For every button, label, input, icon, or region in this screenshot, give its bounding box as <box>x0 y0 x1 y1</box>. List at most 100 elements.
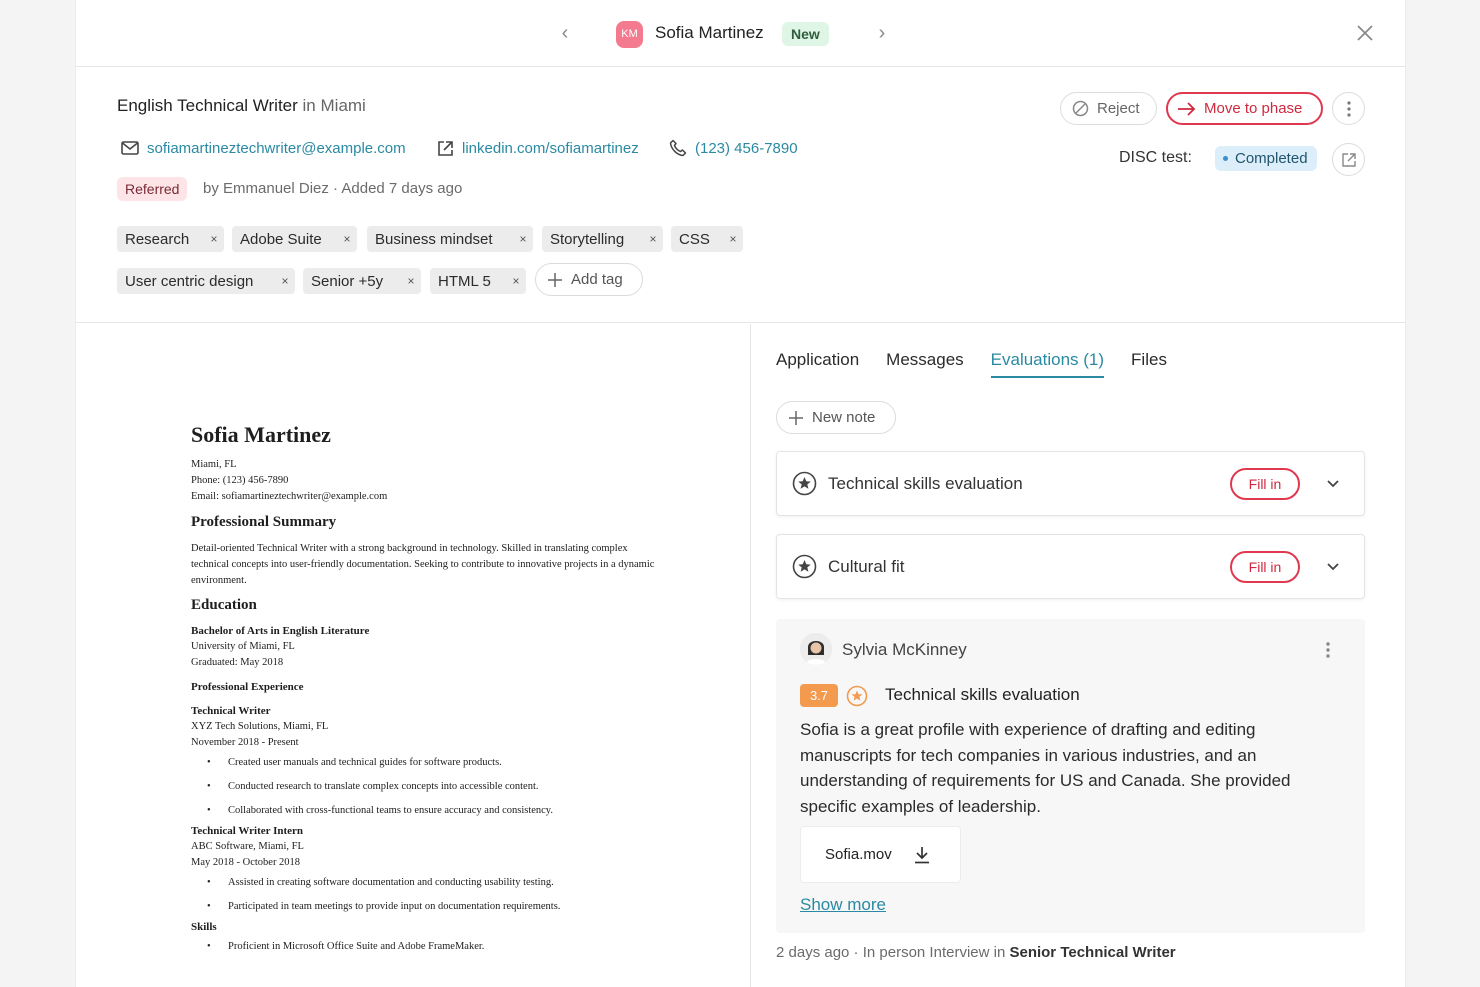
remove-tag-close-icon[interactable]: × <box>401 274 421 288</box>
tag-label: CSS <box>679 230 710 248</box>
star-circle-icon <box>846 685 868 707</box>
evaluation-card-technical-skills[interactable]: Technical skills evaluation Fill in <box>776 451 1365 516</box>
resume-name: Sofia Martinez <box>191 422 331 447</box>
new-note-label: New note <box>812 409 876 426</box>
reviewer-avatar <box>800 633 832 665</box>
email-text: sofiamartineztechwriter@example.com <box>147 139 406 157</box>
next-candidate-chevron-right-icon[interactable]: › <box>872 22 892 44</box>
resume-contact-line: Phone: (123) 456-7890 <box>191 475 289 486</box>
resume-summary-heading: Professional Summary <box>191 514 337 530</box>
resume-job-company: ABC Software, Miami, FL <box>191 841 304 852</box>
tag-label: Adobe Suite <box>240 230 322 248</box>
referred-badge: Referred <box>117 177 188 201</box>
star-circle-icon <box>792 471 817 496</box>
new-note-button[interactable]: New note <box>776 401 896 434</box>
resume-viewer[interactable]: Sofia Martinez Miami, FL Phone: (123) 45… <box>76 324 751 987</box>
resume-job-bullets: Assisted in creating software documentat… <box>191 871 661 919</box>
resume-skills-bullets: Proficient in Microsoft Office Suite and… <box>191 935 661 959</box>
candidate-avatar: KM <box>616 21 643 48</box>
remove-tag-close-icon[interactable]: × <box>513 232 533 246</box>
resume-job-dates: November 2018 - Present <box>191 737 299 748</box>
tab-evaluations[interactable]: Evaluations (1) <box>990 350 1105 378</box>
resume-contact-line: Email: sofiamartineztechwriter@example.c… <box>191 491 388 502</box>
remove-tag-close-icon[interactable]: × <box>204 232 224 246</box>
status-badge: New <box>782 22 829 46</box>
resume-bullet: Proficient in Microsoft Office Suite and… <box>207 935 661 959</box>
resume-job-title: Technical Writer <box>191 705 271 717</box>
tag-adobe-suite: Adobe Suite × <box>232 226 357 252</box>
kebab-menu-icon[interactable] <box>1320 640 1336 660</box>
previous-candidate-chevron-left-icon[interactable]: ‹ <box>555 22 575 44</box>
phone-link[interactable]: (123) 456-7890 <box>669 137 798 159</box>
add-tag-button[interactable]: Add tag <box>535 263 643 296</box>
download-icon[interactable] <box>914 846 930 864</box>
evaluation-meta: 2 days ago · In person Interview in Seni… <box>776 944 1176 961</box>
tab-messages[interactable]: Messages <box>886 350 963 378</box>
tag-senior-5y: Senior +5y × <box>303 268 421 294</box>
remove-tag-close-icon[interactable]: × <box>506 274 526 288</box>
chevron-down-icon[interactable] <box>1324 557 1342 575</box>
job-location: Miami <box>320 96 366 115</box>
candidate-panel: ‹ KM Sofia Martinez New › English Techni… <box>75 0 1406 987</box>
move-to-phase-button[interactable]: Move to phase <box>1166 92 1323 125</box>
chevron-down-icon[interactable] <box>1324 474 1342 492</box>
resume-degree: Bachelor of Arts in English Literature <box>191 625 370 637</box>
evaluation-review: Sylvia McKinney 3.7 Technical skills eva… <box>776 619 1365 933</box>
review-body: Sofia is a great profile with experience… <box>800 720 1291 816</box>
status-dot-icon <box>1223 156 1228 161</box>
phone-text: (123) 456-7890 <box>695 139 798 157</box>
tag-label: User centric design <box>125 272 254 290</box>
show-more-link[interactable]: Show more <box>800 895 886 915</box>
tag-label: Research <box>125 230 190 248</box>
mail-icon <box>121 141 139 155</box>
remove-tag-close-icon[interactable]: × <box>723 232 743 246</box>
candidate-name: Sofia Martinez <box>655 23 764 42</box>
remove-tag-close-icon[interactable]: × <box>275 274 295 288</box>
resume-experience-heading: Professional Experience <box>191 681 304 693</box>
resume-education-heading: Education <box>191 597 257 613</box>
job-title: English Technical Writer <box>117 96 298 115</box>
resume-bullet: Assisted in creating software documentat… <box>207 871 661 895</box>
tag-user-centric-design: User centric design × <box>117 268 295 294</box>
linkedin-link[interactable]: linkedin.com/sofiamartinez <box>437 137 639 159</box>
kebab-menu-icon <box>1346 100 1351 117</box>
fill-in-button[interactable]: Fill in <box>1230 551 1300 583</box>
more-options-button[interactable] <box>1332 92 1365 125</box>
email-link[interactable]: sofiamartineztechwriter@example.com <box>121 137 406 159</box>
attachment-file[interactable]: Sofia.mov <box>800 826 961 883</box>
tab-files[interactable]: Files <box>1131 350 1167 378</box>
resume-skills-heading: Skills <box>191 921 217 933</box>
referral-meta: by Emmanuel Diez · Added 7 days ago <box>203 180 463 197</box>
add-tag-label: Add tag <box>571 271 623 288</box>
open-disc-test-button[interactable] <box>1332 143 1365 176</box>
arrow-right-icon <box>1178 101 1196 116</box>
resume-graduated: Graduated: May 2018 <box>191 657 284 668</box>
disc-status-text: Completed <box>1235 150 1308 167</box>
tag-business-mindset: Business mindset × <box>367 226 533 252</box>
close-icon[interactable] <box>1354 22 1376 44</box>
person-avatar-icon <box>800 633 832 665</box>
plus-icon <box>548 272 562 287</box>
resume-document: Sofia Martinez Miami, FL Phone: (123) 45… <box>191 422 661 959</box>
evaluation-position: Senior Technical Writer <box>1009 944 1176 961</box>
attachment-name: Sofia.mov <box>825 846 892 863</box>
reject-button[interactable]: Reject <box>1060 92 1157 125</box>
evaluation-title: Cultural fit <box>828 556 905 576</box>
tag-storytelling: Storytelling × <box>542 226 663 252</box>
resume-contact-line: Miami, FL <box>191 459 237 470</box>
evaluation-card-cultural-fit[interactable]: Cultural fit Fill in <box>776 534 1365 599</box>
resume-bullet: Conducted research to translate complex … <box>207 775 661 799</box>
review-title: Technical skills evaluation <box>885 685 1080 704</box>
plus-icon <box>789 410 803 425</box>
disc-status-badge: Completed <box>1215 146 1317 171</box>
resume-bullet: Participated in team meetings to provide… <box>207 895 661 919</box>
tag-html-5: HTML 5 × <box>430 268 526 294</box>
fill-in-button[interactable]: Fill in <box>1230 468 1300 500</box>
star-circle-icon <box>792 554 817 579</box>
tab-application[interactable]: Application <box>776 350 859 378</box>
resume-bullet: Collaborated with cross-functional teams… <box>207 799 661 823</box>
resume-job-title: Technical Writer Intern <box>191 825 304 837</box>
remove-tag-close-icon[interactable]: × <box>643 232 663 246</box>
tag-label: HTML 5 <box>438 272 491 290</box>
remove-tag-close-icon[interactable]: × <box>337 232 357 246</box>
